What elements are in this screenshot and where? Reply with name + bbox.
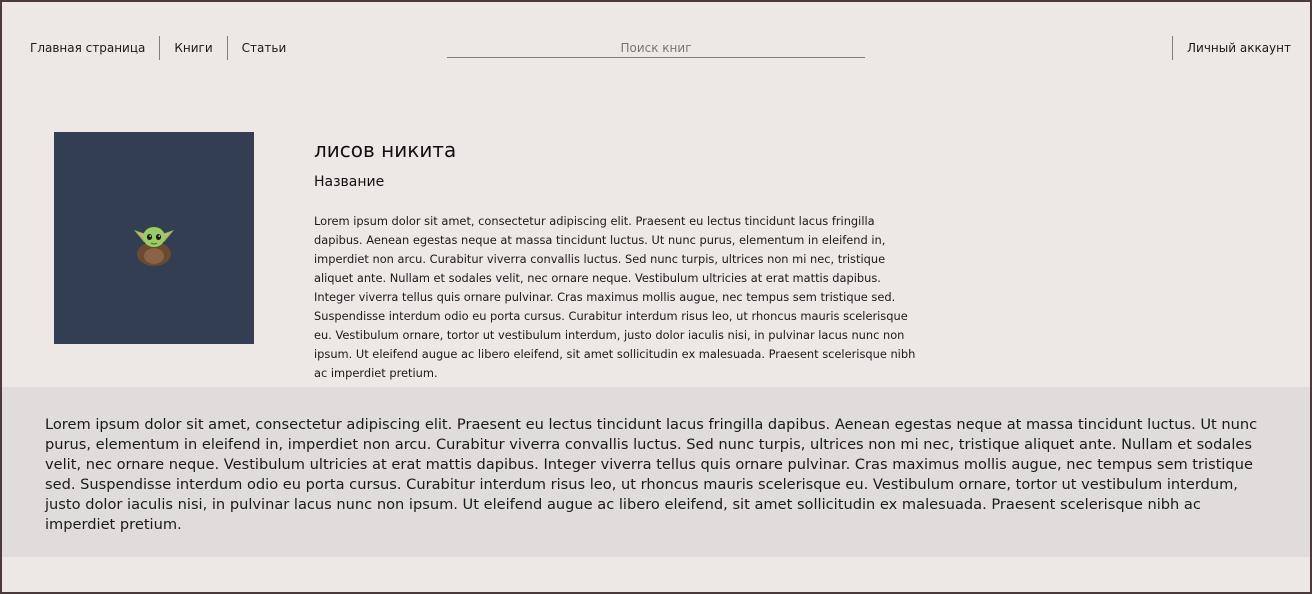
book-author: лисов никита — [314, 138, 457, 162]
book-title: Название — [314, 174, 385, 190]
nav-link-home[interactable]: Главная страница — [16, 36, 159, 60]
account-link[interactable]: Личный аккаунт — [1187, 36, 1291, 60]
details-text: Lorem ipsum dolor sit amet, consectetur … — [45, 416, 1258, 533]
book-description: Lorem ipsum dolor sit amet, consectetur … — [314, 214, 916, 380]
book-cover — [54, 132, 254, 344]
main-nav: Главная страница Книги Статьи — [16, 36, 300, 60]
nav-link-books[interactable]: Книги — [160, 36, 226, 60]
account-divider — [1172, 36, 1173, 60]
nav-link-articles[interactable]: Статьи — [228, 36, 301, 60]
baby-yoda-icon — [134, 227, 174, 266]
page: Главная страница Книги Статьи Личный акк… — [2, 2, 1310, 592]
details-section: Lorem ipsum dolor sit amet, consectetur … — [2, 387, 1310, 557]
search-input[interactable] — [447, 38, 865, 58]
header: Главная страница Книги Статьи Личный акк… — [2, 2, 1310, 92]
